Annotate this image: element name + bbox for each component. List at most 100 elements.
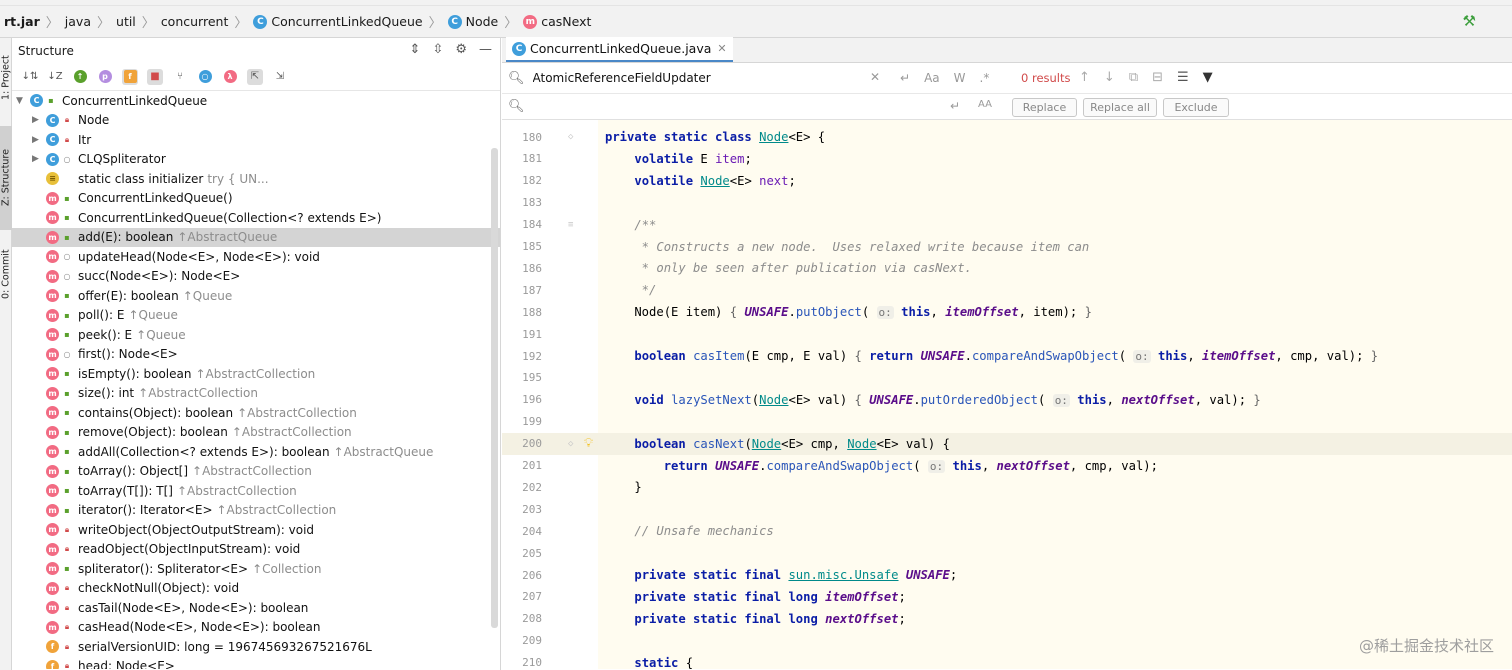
show-fields-icon[interactable]: f <box>122 68 138 85</box>
exclude-button[interactable]: Exclude <box>1163 98 1229 117</box>
tree-row[interactable]: ▶ C ○ CLQSpliterator <box>12 150 500 170</box>
lightbulb-icon[interactable]: 💡︎ <box>584 436 593 451</box>
fold-marker-icon[interactable]: ◇ <box>568 439 573 449</box>
sort-alpha-icon[interactable]: ↓Z <box>47 69 63 85</box>
open-in-window-icon[interactable]: ☰ <box>1177 70 1189 85</box>
editor-file-tab[interactable]: C ConcurrentLinkedQueue.java ✕ <box>506 37 733 62</box>
breadcrumb-item[interactable]: m casNext <box>523 6 591 38</box>
select-all-occurrences-icon[interactable]: ⧉ <box>1129 70 1138 85</box>
show-non-public-icon[interactable]: ■ <box>147 68 163 85</box>
commit-tool-tab[interactable]: 0: Commit <box>0 242 12 306</box>
code-line[interactable]: 184 ≡ /** <box>502 214 1512 236</box>
code-line[interactable]: 208 private static final long nextOffset… <box>502 608 1512 630</box>
code-line[interactable]: 185 * Constructs a new node. Uses relaxe… <box>502 236 1512 258</box>
code-line[interactable]: 200 ◇ 💡︎ boolean casNext(Node<E> cmp, Node… <box>502 432 1512 455</box>
code-line[interactable]: 201 return UNSAFE.compareAndSwapObject( … <box>502 455 1512 477</box>
build-hammer-icon[interactable]: ⚒ <box>1463 12 1476 30</box>
autoscroll-from-source-icon[interactable]: ⇲ <box>272 69 288 85</box>
show-anonymous-icon[interactable]: ⑂ <box>172 69 188 85</box>
tree-row[interactable]: m ▪ ConcurrentLinkedQueue() <box>12 189 500 209</box>
code-line[interactable]: 205 <box>502 542 1512 564</box>
tree-row[interactable]: ▼ C ▪ ConcurrentLinkedQueue <box>12 91 500 111</box>
lambda-icon[interactable]: λ <box>222 69 238 85</box>
tree-row[interactable]: m ▪ peek(): E ↑Queue <box>12 325 500 345</box>
structure-tool-tab[interactable]: Z: Structure <box>0 126 12 230</box>
breadcrumb-item[interactable]: rt.jar <box>4 6 40 38</box>
tree-row[interactable]: m ▪ isEmpty(): boolean ↑AbstractCollection <box>12 364 500 384</box>
code-line[interactable]: 182 volatile Node<E> next; <box>502 170 1512 192</box>
replace-all-button[interactable]: Replace all <box>1083 98 1157 117</box>
tree-row[interactable]: m ▪ spliterator(): Spliterator<E> ↑Collecti… <box>12 559 500 579</box>
tree-row[interactable]: m 🔒︎ casTail(Node<E>, Node<E>): boolean <box>12 598 500 618</box>
code-line[interactable]: 203 <box>502 498 1512 520</box>
filter-search-icon[interactable]: ⊟ <box>1152 70 1163 85</box>
tree-row[interactable]: m ▪ iterator(): Iterator<E> ↑AbstractCollec… <box>12 501 500 521</box>
match-case-icon[interactable]: Aa <box>924 71 940 85</box>
code-line[interactable]: 206 private static final sun.misc.Unsafe… <box>502 564 1512 586</box>
tree-row[interactable]: m ▪ toArray(T[]): T[] ↑AbstractCollection <box>12 481 500 501</box>
breadcrumb-item[interactable]: C ConcurrentLinkedQueue <box>253 6 423 38</box>
code-line[interactable]: 187 */ <box>502 279 1512 301</box>
code-line[interactable]: 188 Node(E item) { UNSAFE.putObject( o: … <box>502 301 1512 323</box>
autoscroll-to-source-icon[interactable]: ⇱ <box>247 68 263 85</box>
expand-arrow-icon[interactable]: ▶ <box>32 135 42 145</box>
code-line[interactable]: 186 * only be seen after publication via… <box>502 257 1512 279</box>
replace-input[interactable] <box>532 99 863 114</box>
tree-row[interactable]: m 🔒︎ readObject(ObjectInputStream): void <box>12 540 500 560</box>
gear-icon[interactable]: ⚙ <box>455 42 467 57</box>
tree-row[interactable]: m ▪ poll(): E ↑Queue <box>12 306 500 326</box>
show-lambdas-icon[interactable]: ○ <box>197 69 213 85</box>
tree-row[interactable]: m ▪ addAll(Collection<? extends E>): boole… <box>12 442 500 462</box>
tree-row[interactable]: m ▪ offer(E): boolean ↑Queue <box>12 286 500 306</box>
project-tool-tab[interactable]: 1: Project <box>0 44 12 112</box>
code-line[interactable]: 202 } <box>502 476 1512 498</box>
code-line[interactable]: 180 ◇ private static class Node<E> { <box>502 126 1512 148</box>
code-line[interactable]: 181 volatile E item; <box>502 148 1512 170</box>
code-line[interactable]: 191 <box>502 323 1512 345</box>
doc-render-icon[interactable]: ≡ <box>568 220 573 230</box>
close-icon[interactable]: ✕ <box>717 42 726 55</box>
tree-row[interactable]: m ▪ ConcurrentLinkedQueue(Collection<? ext… <box>12 208 500 228</box>
code-line[interactable]: 204 // Unsafe mechanics <box>502 520 1512 542</box>
breadcrumb-item[interactable]: util <box>116 6 136 38</box>
breadcrumb-item[interactable]: concurrent <box>161 6 229 38</box>
words-icon[interactable]: W <box>954 71 966 85</box>
tree-row[interactable]: m ○ updateHead(Node<E>, Node<E>): void <box>12 247 500 267</box>
fold-marker-icon[interactable]: ◇ <box>568 132 573 142</box>
tree-row[interactable]: ▶ C 🔒︎ Node <box>12 111 500 131</box>
breadcrumb-item[interactable]: java <box>65 6 91 38</box>
expand-all-icon[interactable]: ⇕ <box>410 42 421 57</box>
tree-row[interactable]: m 🔒︎ writeObject(ObjectOutputStream): void <box>12 520 500 540</box>
code-line[interactable]: 207 private static final long itemOffset… <box>502 586 1512 608</box>
code-line[interactable]: 196 void lazySetNext(Node<E> val) { UNSA… <box>502 389 1512 411</box>
regex-icon[interactable]: .* <box>980 71 990 85</box>
preserve-case-icon[interactable]: AA <box>978 99 992 110</box>
replace-button[interactable]: Replace <box>1012 98 1077 117</box>
expand-arrow-icon[interactable]: ▶ <box>32 115 42 125</box>
filter-icon[interactable]: ▼ <box>1203 70 1213 85</box>
next-occurrence-icon[interactable]: ↓ <box>1104 70 1115 85</box>
breadcrumb-item[interactable]: C Node <box>447 6 498 38</box>
structure-scrollbar[interactable] <box>491 148 498 628</box>
tree-row[interactable]: m ○ first(): Node<E> <box>12 345 500 365</box>
show-inherited-icon[interactable]: ↑ <box>72 69 88 85</box>
tree-row[interactable]: f 🔒︎ serialVersionUID: long = 196745693267… <box>12 637 500 657</box>
tree-row[interactable]: m ▪ add(E): boolean ↑AbstractQueue <box>12 227 500 247</box>
code-line[interactable]: 192 boolean casItem(E cmp, E val) { retu… <box>502 345 1512 367</box>
tree-row[interactable]: m ▪ remove(Object): boolean ↑AbstractCollec… <box>12 423 500 443</box>
tree-row[interactable]: ≡ static class initializer try { UN... <box>12 169 500 189</box>
code-line[interactable]: 199 <box>502 411 1512 433</box>
clear-icon[interactable]: ✕ <box>870 70 880 84</box>
expand-arrow-icon[interactable]: ▼ <box>16 96 26 106</box>
code-line[interactable]: 183 <box>502 192 1512 214</box>
tree-row[interactable]: f 🔒︎ head: Node<E> <box>12 657 500 669</box>
search-icon[interactable]: 🔍︎ <box>508 71 525 86</box>
hide-panel-icon[interactable]: — <box>479 42 492 57</box>
find-input[interactable] <box>532 71 863 85</box>
code-area[interactable]: 180 ◇ private static class Node<E> {181 vo… <box>502 120 1512 669</box>
tree-row[interactable]: m ▪ contains(Object): boolean ↑AbstractColl… <box>12 403 500 423</box>
show-properties-icon[interactable]: p <box>97 69 113 85</box>
tree-row[interactable]: m ▪ size(): int ↑AbstractCollection <box>12 384 500 404</box>
code-line[interactable]: 195 <box>502 367 1512 389</box>
expand-arrow-icon[interactable]: ▶ <box>32 154 42 164</box>
